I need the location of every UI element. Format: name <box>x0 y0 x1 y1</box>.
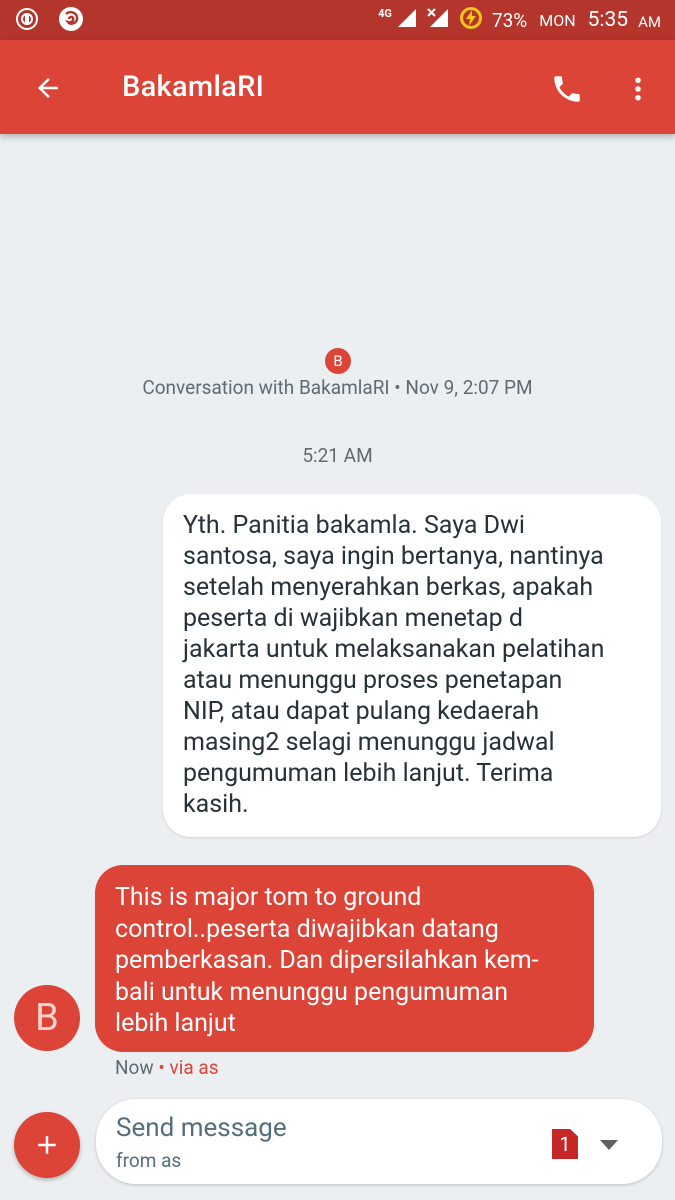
notification-app-icon <box>14 6 40 32</box>
sim-card-icon[interactable]: 1 <box>552 1129 578 1159</box>
back-button[interactable] <box>26 66 70 110</box>
sim-dropdown-button[interactable] <box>594 1133 624 1157</box>
call-button[interactable] <box>544 66 590 112</box>
status-time: 5:35 <box>587 8 629 32</box>
add-attachment-button[interactable] <box>14 1112 80 1178</box>
battery-percent: 73% <box>491 8 528 32</box>
signal-no-service-icon <box>426 7 450 34</box>
message-time: Now <box>115 1056 154 1079</box>
more-options-button[interactable] <box>618 66 658 112</box>
conversation-avatar: B <box>325 348 351 374</box>
message-timestamp: 5:21 AM <box>302 444 373 467</box>
firefox-icon <box>58 6 84 32</box>
send-from-label: from as <box>116 1149 182 1172</box>
outgoing-message-bubble[interactable]: Yth. Panitia bakamla. Saya Dwi santosa, … <box>163 494 661 837</box>
phone-icon <box>554 76 580 102</box>
message-status: Now • via as <box>115 1056 219 1079</box>
chevron-down-icon <box>600 1140 618 1150</box>
network-label: 4G <box>378 6 392 20</box>
incoming-message-bubble[interactable]: This is major tom to ground control..pes… <box>95 865 594 1052</box>
arrow-back-icon <box>38 78 58 98</box>
status-bar: 4G 73% MON 5:35 AM <box>0 0 675 40</box>
more-vert-icon <box>635 77 641 101</box>
signal-icon <box>396 7 418 34</box>
app-bar: BakamlaRI <box>0 40 675 134</box>
conversation-info: Conversation with BakamlaRI • Nov 9, 2:0… <box>142 376 533 399</box>
status-ampm: AM <box>638 13 661 31</box>
plus-icon <box>38 1136 56 1154</box>
message-via: • via as <box>153 1056 219 1079</box>
message-input[interactable]: Send message <box>116 1113 287 1143</box>
compose-box[interactable]: Send message from as 1 <box>96 1099 662 1184</box>
battery-charging-icon <box>458 5 484 36</box>
status-day: MON <box>539 10 576 30</box>
conversation-title: BakamlaRI <box>122 70 265 104</box>
sender-avatar[interactable]: B <box>14 985 80 1051</box>
